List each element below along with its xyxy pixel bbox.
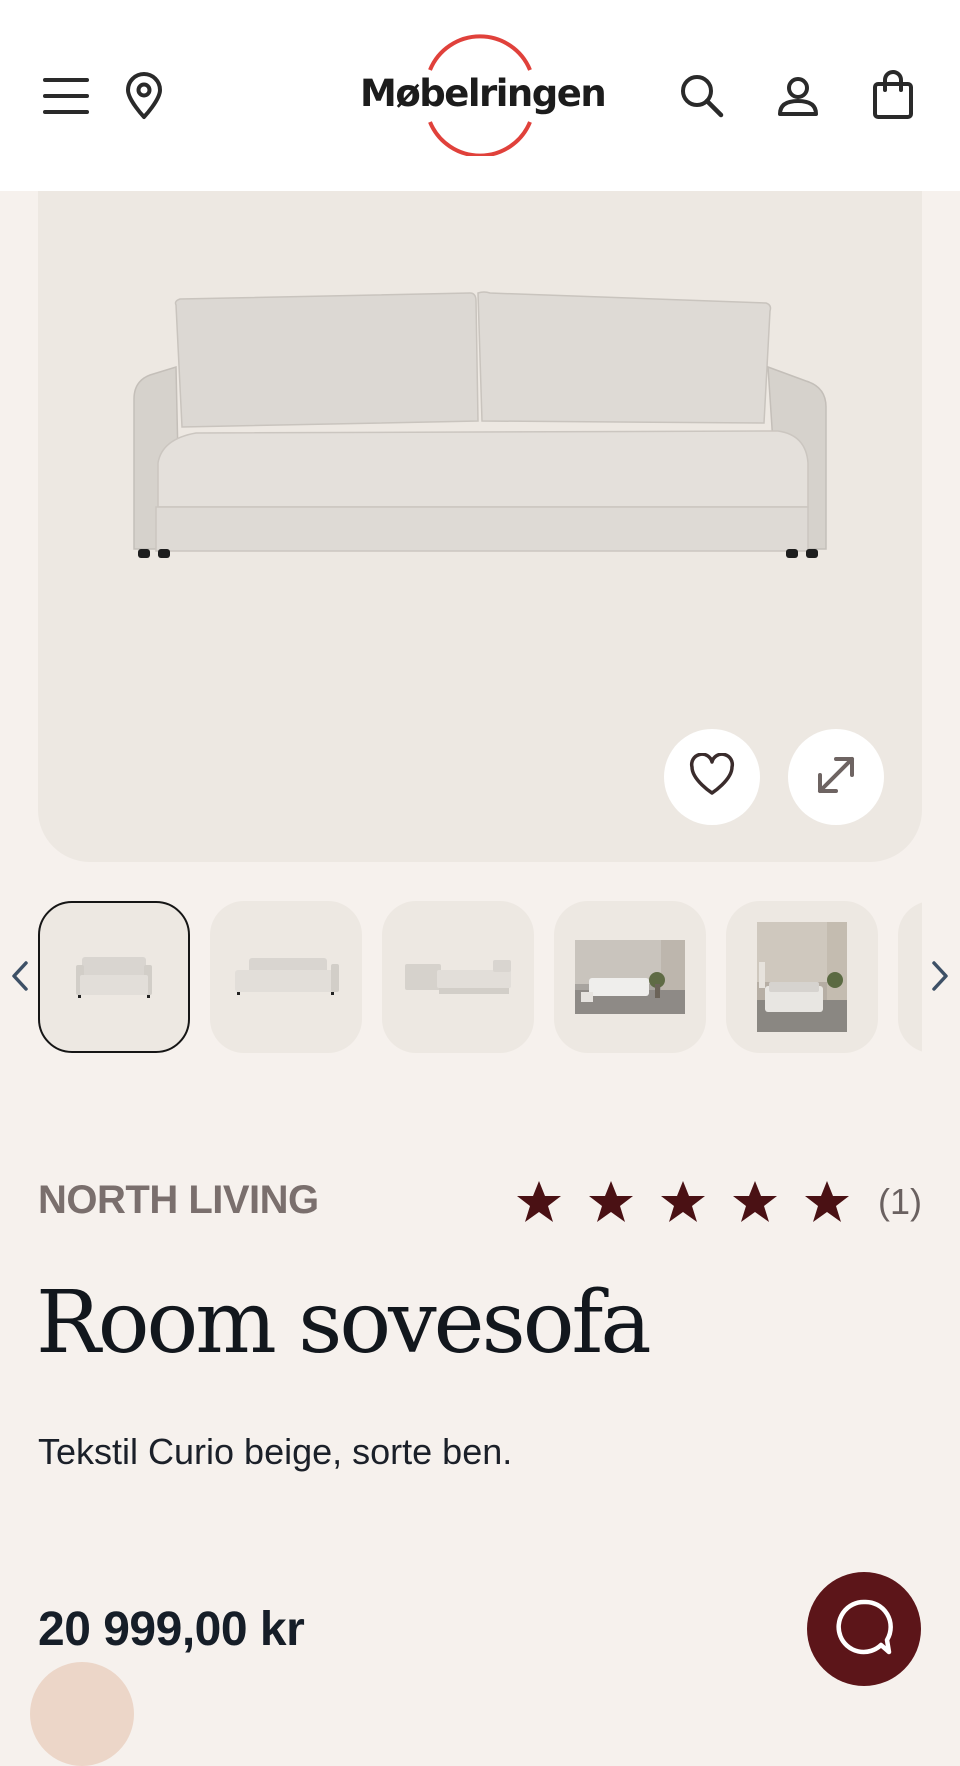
thumbnail-2[interactable] xyxy=(210,901,362,1053)
brand-logo[interactable]: Møbelringen xyxy=(360,34,607,156)
fullscreen-button[interactable] xyxy=(788,729,884,825)
thumbnail-track xyxy=(38,900,922,1056)
sofa-bed-thumb-image xyxy=(405,960,511,994)
menu-icon[interactable] xyxy=(38,68,94,124)
sofa-angle-thumb-image xyxy=(235,958,339,995)
thumbnail-1[interactable] xyxy=(38,901,190,1053)
wishlist-button[interactable] xyxy=(664,729,760,825)
chat-bubble-icon xyxy=(833,1596,895,1663)
site-header: Møbelringen xyxy=(0,0,960,191)
star-icon xyxy=(512,1177,566,1227)
sofa-image xyxy=(133,291,827,558)
thumbnail-4[interactable] xyxy=(554,901,706,1053)
thumbnail-3[interactable] xyxy=(382,901,534,1053)
room-bed-thumb-image xyxy=(757,922,847,1032)
star-icon xyxy=(728,1177,782,1227)
heart-icon xyxy=(688,752,736,802)
review-count[interactable]: (1) xyxy=(878,1181,922,1223)
search-icon[interactable] xyxy=(674,68,730,124)
location-pin-icon[interactable] xyxy=(116,68,172,124)
rating-stars[interactable]: (1) xyxy=(512,1176,922,1228)
chat-button[interactable] xyxy=(807,1572,921,1686)
product-price: 20 999,00 kr xyxy=(38,1603,305,1656)
sofa-thumb-image xyxy=(76,957,152,998)
product-description: Tekstil Curio beige, sorte ben. xyxy=(38,1431,513,1472)
star-icon xyxy=(800,1177,854,1227)
user-icon[interactable] xyxy=(770,68,826,124)
logo-text: Møbelringen xyxy=(360,72,607,115)
room-scene-thumb-image xyxy=(575,940,685,1014)
star-icon xyxy=(584,1177,638,1227)
star-icon xyxy=(656,1177,710,1227)
product-title: Room sovesofa xyxy=(36,1273,652,1373)
carousel-prev-button[interactable] xyxy=(2,956,38,1000)
product-image-main[interactable] xyxy=(38,191,922,862)
expand-icon xyxy=(812,751,860,804)
shopping-bag-icon[interactable] xyxy=(865,66,921,124)
carousel-next-button[interactable] xyxy=(922,956,958,1000)
floating-badge[interactable] xyxy=(30,1662,134,1766)
chevron-right-icon xyxy=(930,960,950,997)
thumbnail-6[interactable] xyxy=(898,901,922,1053)
chevron-left-icon xyxy=(10,960,30,997)
product-brand[interactable]: NORTH LIVING xyxy=(38,1176,319,1224)
thumbnail-carousel xyxy=(0,900,960,1056)
thumbnail-5[interactable] xyxy=(726,901,878,1053)
